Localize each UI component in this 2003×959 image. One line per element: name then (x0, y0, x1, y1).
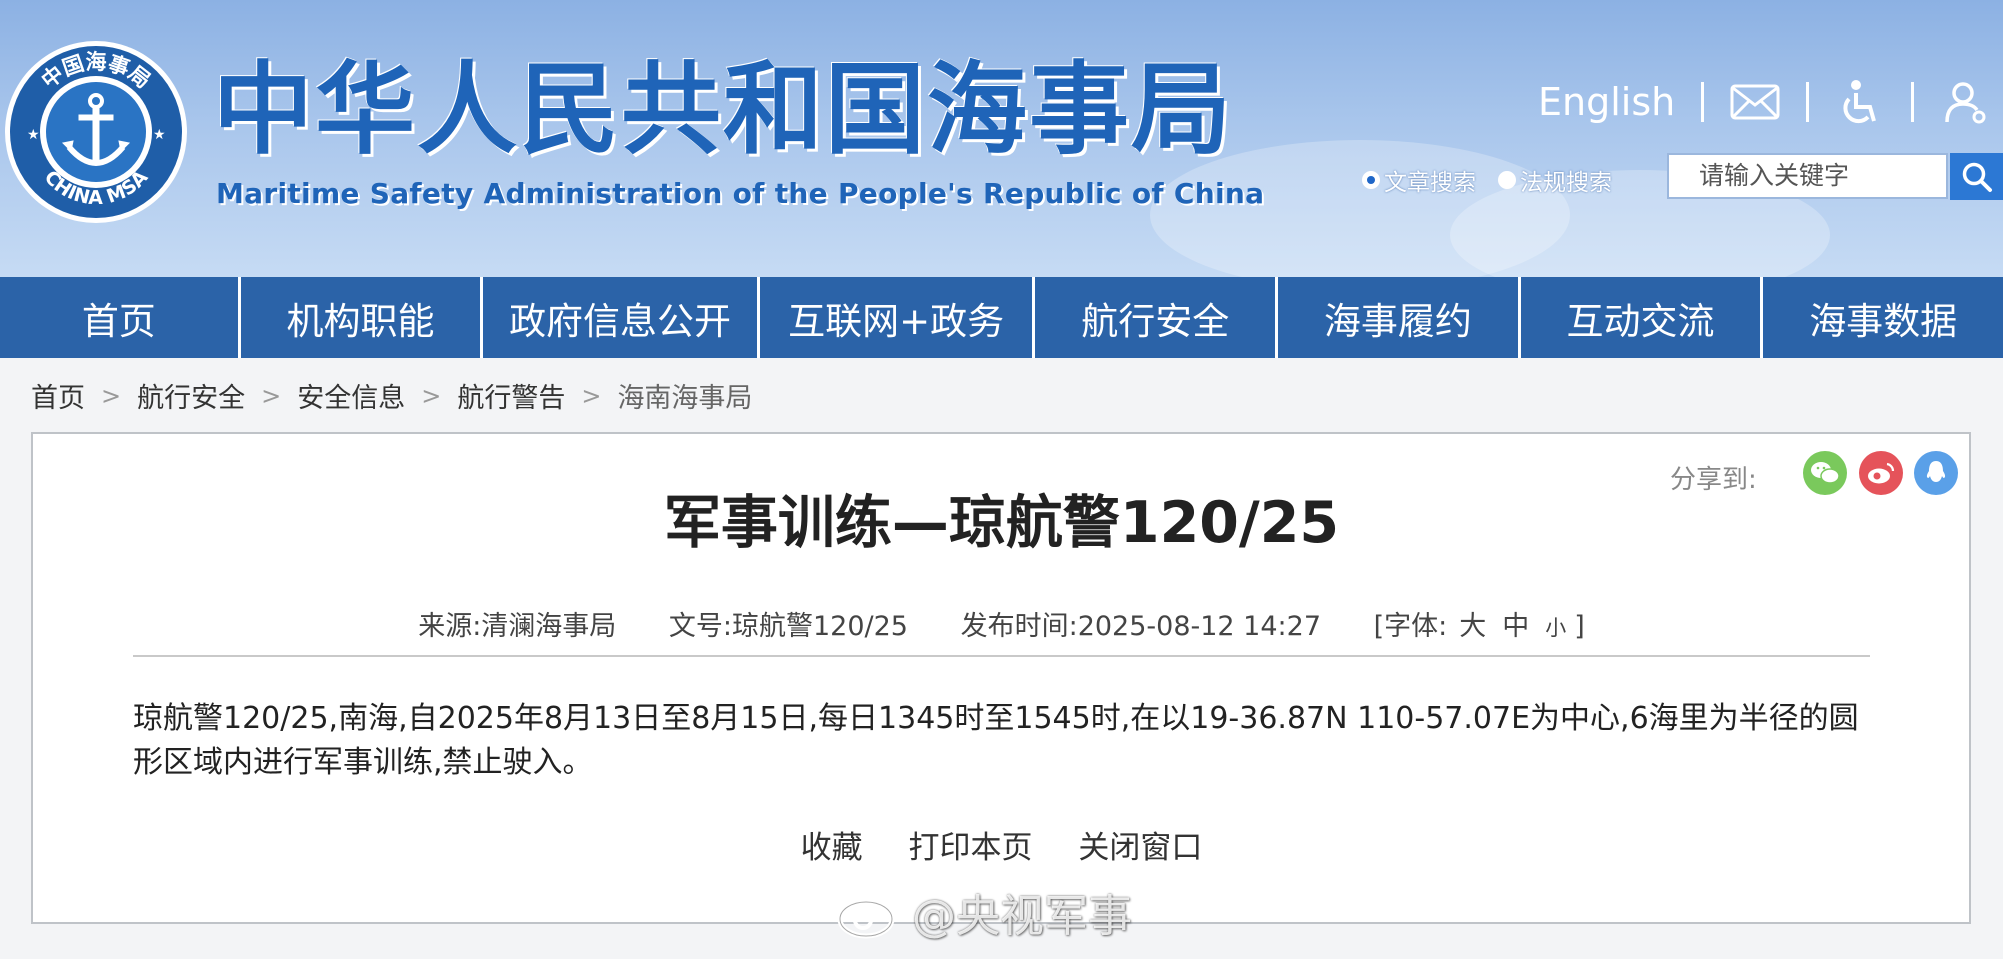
search-input[interactable]: 请输入关键字 (1667, 153, 1948, 199)
svg-text:★: ★ (153, 127, 166, 143)
nav-item-functions[interactable]: 机构职能 (240, 277, 481, 358)
article-body: 琼航警120/25,南海,自2025年8月13日至8月15日,每日1345时至1… (133, 701, 1859, 780)
english-link[interactable]: English (1538, 80, 1675, 124)
search-icon (1962, 162, 1992, 192)
breadcrumb: 首页 > 航行安全 > 安全信息 > 航行警告 > 海南海事局 (31, 376, 752, 415)
search-type-options: 文章搜索 法规搜索 (1362, 163, 1612, 197)
font-size-controls: [字体: 大中小] (1374, 611, 1585, 642)
breadcrumb-navigation-safety[interactable]: 航行安全 (137, 376, 245, 415)
nav-item-gov-info[interactable]: 政府信息公开 (483, 277, 757, 358)
site-title-en: Maritime Safety Administration of the Pe… (216, 177, 1265, 210)
print-button[interactable]: 打印本页 (909, 830, 1033, 866)
watermark-text: @央视军事 (912, 891, 1132, 942)
msa-emblem-logo[interactable]: 中国海事局 CHINA MSA ★ ★ (3, 39, 189, 225)
nav-item-home[interactable]: 首页 (0, 277, 238, 358)
search-button[interactable] (1950, 153, 2003, 200)
top-links: English (1538, 76, 1990, 128)
breadcrumb-safety-info[interactable]: 安全信息 (297, 376, 405, 415)
watermark: @央视军事 (836, 880, 1132, 944)
weibo-watermark-icon (837, 889, 904, 939)
breadcrumb-separator: > (101, 381, 122, 410)
divider (133, 655, 1870, 657)
divider (1911, 82, 1915, 122)
main-nav: 首页 机构职能 政府信息公开 互联网+政务 航行安全 海事履约 互动交流 海事数… (0, 277, 2003, 358)
accessibility-icon[interactable] (1835, 79, 1885, 125)
site-header: 中国海事局 CHINA MSA ★ ★ 中华人民共和国海事局 Maritime … (0, 0, 2003, 277)
breadcrumb-home[interactable]: 首页 (31, 376, 85, 415)
nav-item-internet-gov[interactable]: 互联网+政务 (759, 277, 1033, 358)
breadcrumb-separator: > (261, 381, 282, 410)
divider (1806, 82, 1810, 122)
font-size-medium[interactable]: 中 (1502, 611, 1529, 642)
nav-item-data[interactable]: 海事数据 (1763, 277, 2003, 358)
divider (1701, 82, 1705, 122)
breadcrumb-current[interactable]: 海南海事局 (617, 376, 752, 415)
nav-item-navigation-safety[interactable]: 航行安全 (1035, 277, 1276, 358)
favorite-button[interactable]: 收藏 (801, 830, 863, 866)
article-search-label[interactable]: 文章搜索 (1384, 163, 1476, 197)
regulation-search-radio[interactable] (1498, 171, 1516, 189)
font-size-label: [字体: (1373, 611, 1448, 642)
regulation-search-label[interactable]: 法规搜索 (1520, 163, 1612, 197)
article-meta: 来源:清澜海事局 文号:琼航警120/25 发布时间:2025-08-12 14… (0, 604, 2003, 643)
nav-item-compliance[interactable]: 海事履约 (1278, 277, 1518, 358)
font-size-close: ] (1574, 611, 1585, 642)
close-window-button[interactable]: 关闭窗口 (1078, 830, 1202, 866)
font-size-large[interactable]: 大 (1459, 611, 1486, 642)
font-size-small[interactable]: 小 (1545, 616, 1566, 640)
svg-text:★: ★ (27, 127, 40, 143)
article-search-radio[interactable] (1362, 171, 1380, 189)
breadcrumb-separator: > (421, 381, 442, 410)
article-title: 军事训练—琼航警120/25 (663, 490, 1340, 556)
article-published: 发布时间:2025-08-12 14:27 (960, 611, 1321, 642)
user-icon[interactable] (1940, 79, 1990, 125)
mail-icon[interactable] (1730, 79, 1780, 125)
article-actions: 收藏 打印本页 关闭窗口 (0, 822, 2003, 867)
site-title-cn: 中华人民共和国海事局 (213, 51, 1233, 168)
breadcrumb-warnings[interactable]: 航行警告 (457, 376, 565, 415)
article-source: 来源:清澜海事局 (418, 611, 617, 642)
breadcrumb-separator: > (581, 381, 602, 410)
article-doc-no: 文号:琼航警120/25 (668, 611, 908, 642)
nav-item-interaction[interactable]: 互动交流 (1520, 277, 1761, 358)
